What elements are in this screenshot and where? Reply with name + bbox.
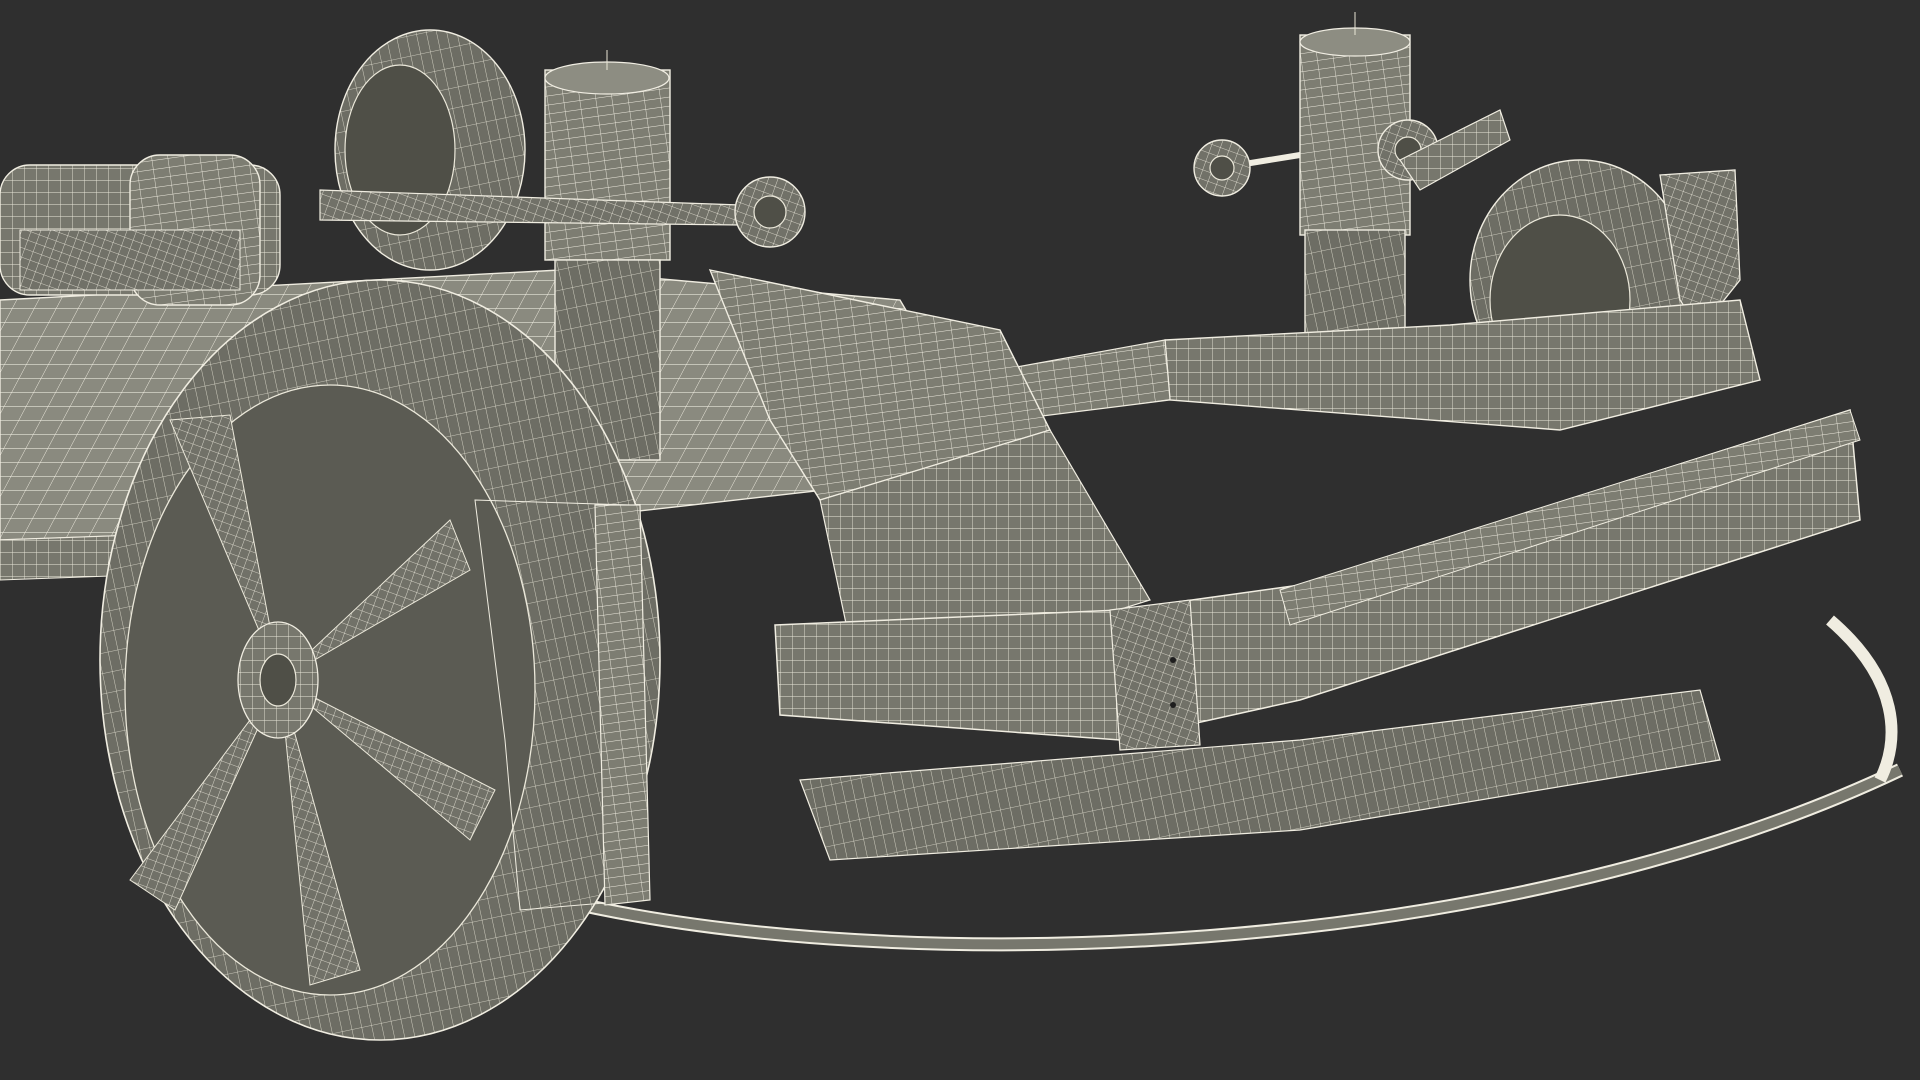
- drive-motor: [0, 154, 281, 306]
- wireframe-chassis-render: [0, 12, 1903, 1041]
- rear-left-wheel: [334, 29, 526, 271]
- render-viewport: [0, 0, 1920, 1080]
- front-left-wheel: [99, 279, 661, 1041]
